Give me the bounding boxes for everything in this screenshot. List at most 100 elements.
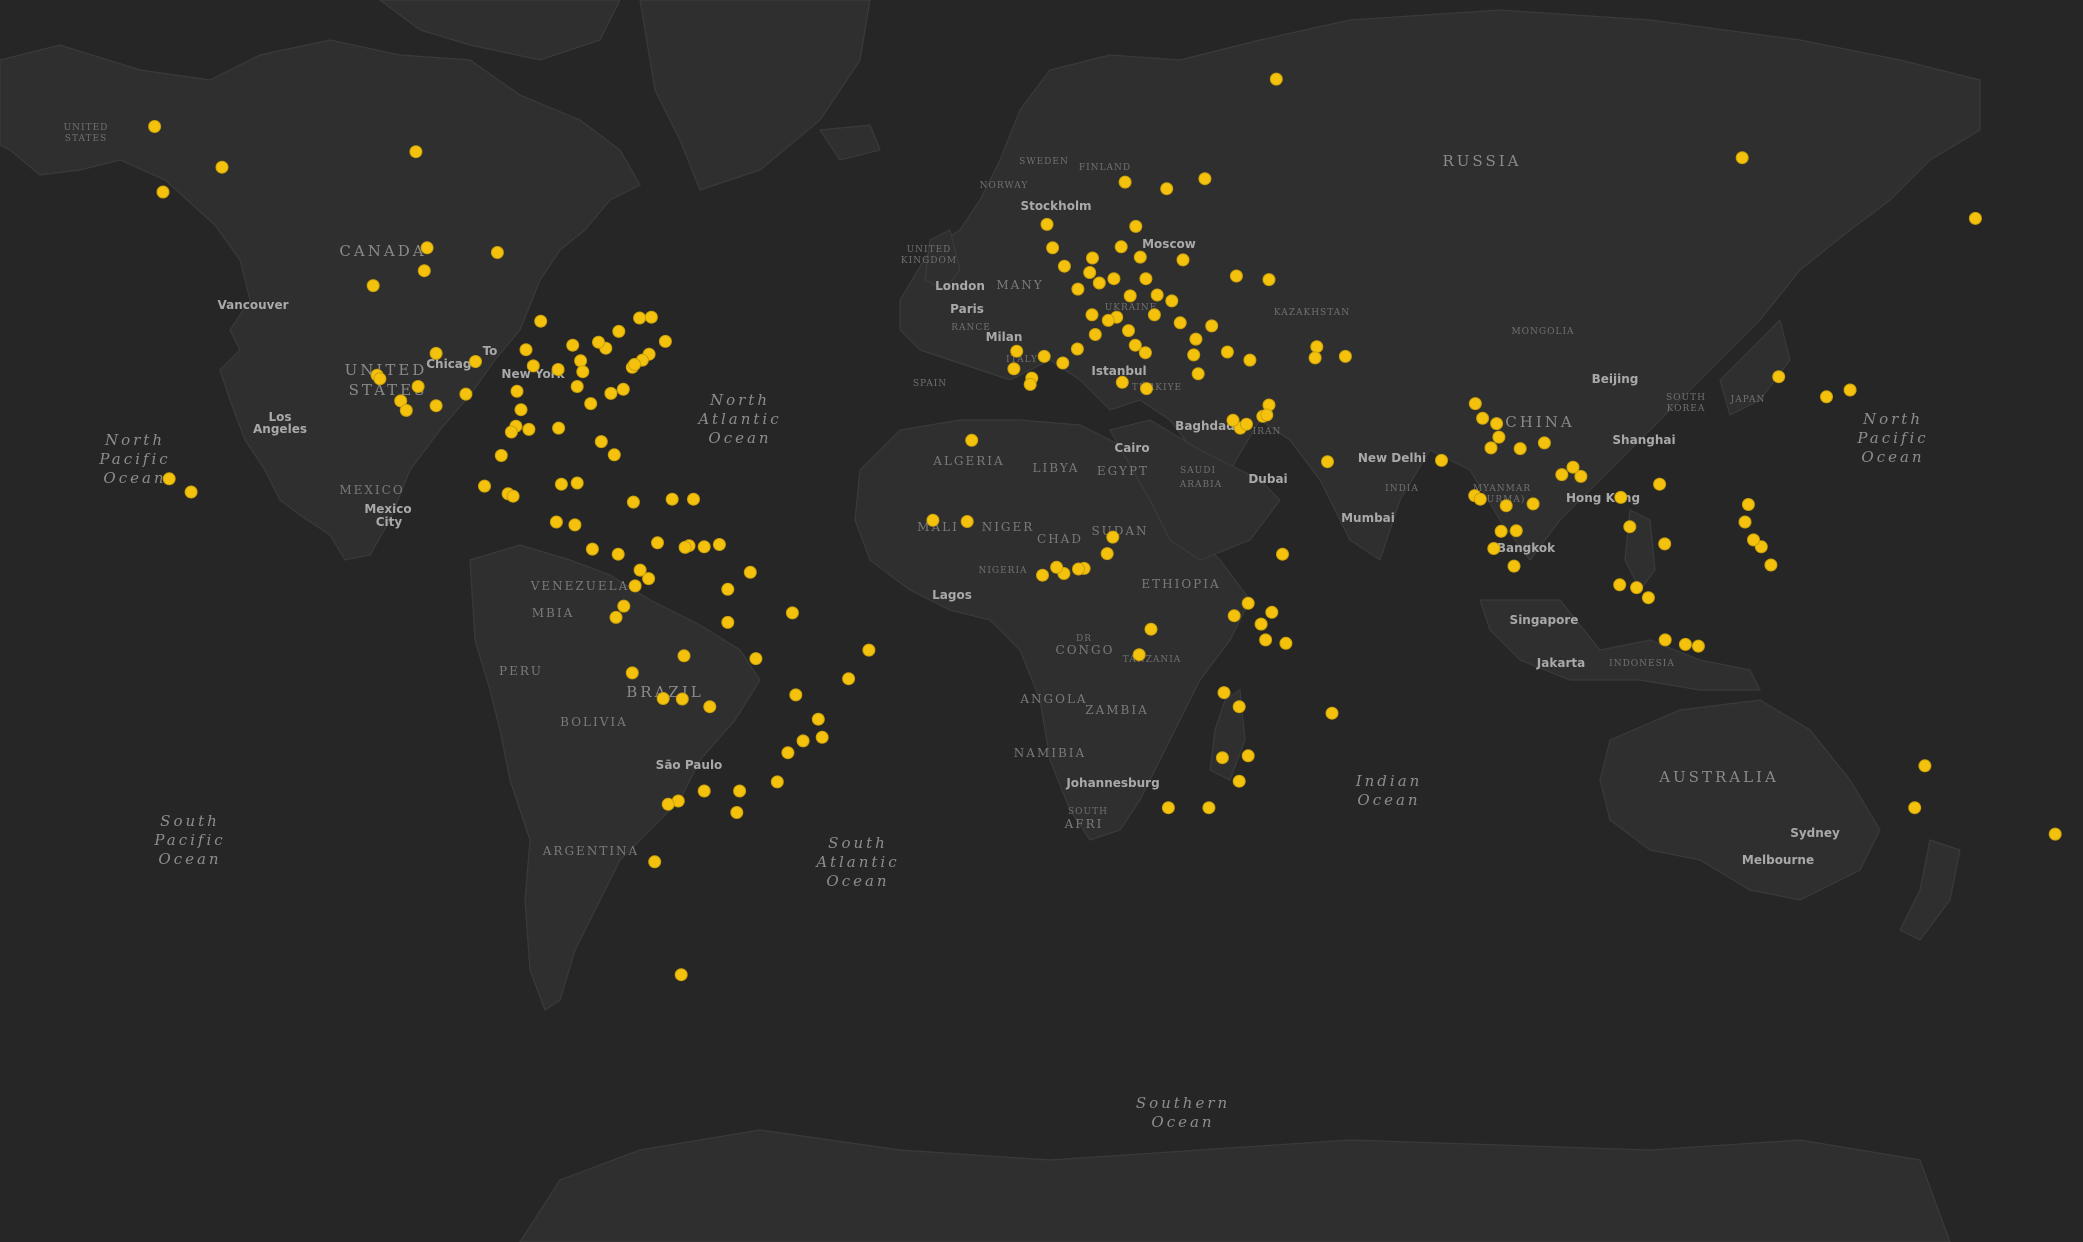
- location-marker[interactable]: [678, 540, 692, 554]
- location-marker[interactable]: [1240, 417, 1253, 431]
- location-marker[interactable]: [184, 485, 198, 499]
- location-marker[interactable]: [429, 346, 443, 360]
- location-marker[interactable]: [687, 492, 700, 506]
- location-marker[interactable]: [1010, 344, 1024, 358]
- map-canvas[interactable]: North Pacific Ocean South Pacific Ocean North A…: [0, 0, 2083, 1242]
- location-marker[interactable]: [815, 730, 829, 744]
- location-marker[interactable]: [534, 314, 548, 328]
- location-marker[interactable]: [842, 672, 856, 686]
- location-marker[interactable]: [1123, 289, 1137, 303]
- location-marker[interactable]: [1678, 637, 1692, 651]
- location-marker[interactable]: [1072, 562, 1085, 576]
- location-marker[interactable]: [721, 582, 735, 596]
- location-marker[interactable]: [1191, 367, 1205, 381]
- location-marker[interactable]: [1106, 530, 1120, 544]
- location-marker[interactable]: [519, 343, 533, 357]
- location-marker[interactable]: [965, 433, 979, 447]
- location-marker[interactable]: [1820, 390, 1833, 404]
- location-marker[interactable]: [1140, 382, 1153, 396]
- location-marker[interactable]: [1071, 282, 1085, 296]
- location-marker[interactable]: [642, 572, 656, 586]
- location-marker[interactable]: [770, 775, 784, 789]
- location-marker[interactable]: [1269, 72, 1283, 86]
- location-marker[interactable]: [592, 335, 605, 349]
- location-marker[interactable]: [1325, 706, 1339, 720]
- location-marker[interactable]: [554, 477, 568, 491]
- location-marker[interactable]: [1232, 774, 1246, 788]
- location-marker[interactable]: [1160, 182, 1174, 196]
- location-marker[interactable]: [1220, 345, 1234, 359]
- location-marker[interactable]: [1243, 353, 1257, 367]
- location-marker[interactable]: [478, 479, 491, 493]
- location-marker[interactable]: [1202, 801, 1216, 815]
- location-marker[interactable]: [1088, 328, 1102, 341]
- location-marker[interactable]: [1232, 700, 1246, 714]
- location-marker[interactable]: [1499, 499, 1513, 513]
- location-marker[interactable]: [1310, 340, 1324, 354]
- location-marker[interactable]: [789, 688, 803, 702]
- location-marker[interactable]: [1205, 319, 1219, 333]
- location-marker[interactable]: [1070, 342, 1084, 356]
- location-marker[interactable]: [1435, 453, 1448, 467]
- location-marker[interactable]: [611, 547, 625, 561]
- location-marker[interactable]: [1468, 397, 1482, 411]
- location-marker[interactable]: [1189, 332, 1203, 346]
- location-marker[interactable]: [1691, 639, 1705, 653]
- location-marker[interactable]: [2048, 827, 2062, 841]
- location-marker[interactable]: [675, 692, 689, 706]
- location-marker[interactable]: [1118, 175, 1132, 189]
- location-marker[interactable]: [1968, 211, 1982, 225]
- location-marker[interactable]: [1129, 219, 1143, 233]
- location-marker[interactable]: [1908, 801, 1922, 815]
- location-marker[interactable]: [373, 372, 387, 386]
- location-marker[interactable]: [570, 476, 584, 490]
- location-marker[interactable]: [522, 422, 536, 436]
- location-marker[interactable]: [628, 358, 641, 371]
- location-marker[interactable]: [1036, 568, 1049, 582]
- location-marker[interactable]: [1241, 596, 1255, 610]
- location-marker[interactable]: [1658, 537, 1672, 551]
- location-marker[interactable]: [417, 264, 431, 278]
- location-marker[interactable]: [1229, 269, 1243, 283]
- location-marker[interactable]: [409, 145, 423, 159]
- location-marker[interactable]: [1241, 749, 1255, 763]
- location-marker[interactable]: [1050, 560, 1064, 574]
- location-marker[interactable]: [625, 666, 639, 680]
- location-marker[interactable]: [1492, 430, 1506, 444]
- location-marker[interactable]: [661, 797, 675, 811]
- location-marker[interactable]: [1254, 617, 1268, 631]
- location-marker[interactable]: [494, 449, 508, 462]
- location-marker[interactable]: [674, 968, 688, 982]
- location-marker[interactable]: [1176, 253, 1190, 267]
- location-marker[interactable]: [1764, 558, 1778, 572]
- location-marker[interactable]: [1338, 349, 1352, 363]
- location-marker[interactable]: [1040, 217, 1054, 231]
- location-marker[interactable]: [656, 692, 670, 705]
- location-marker[interactable]: [1738, 515, 1752, 529]
- location-marker[interactable]: [730, 806, 744, 819]
- location-marker[interactable]: [1735, 151, 1749, 165]
- location-marker[interactable]: [633, 311, 647, 325]
- location-marker[interactable]: [1115, 375, 1129, 389]
- location-marker[interactable]: [609, 610, 623, 624]
- location-marker[interactable]: [1107, 272, 1121, 286]
- location-marker[interactable]: [721, 615, 735, 629]
- location-marker[interactable]: [551, 363, 565, 376]
- location-marker[interactable]: [1555, 468, 1569, 482]
- location-marker[interactable]: [1100, 547, 1114, 561]
- location-marker[interactable]: [162, 472, 176, 486]
- location-marker[interactable]: [1173, 316, 1187, 330]
- location-marker[interactable]: [570, 380, 584, 393]
- location-marker[interactable]: [628, 579, 642, 593]
- location-marker[interactable]: [648, 855, 662, 869]
- location-marker[interactable]: [156, 185, 170, 199]
- location-marker[interactable]: [1262, 273, 1276, 287]
- location-marker[interactable]: [1147, 308, 1161, 322]
- location-marker[interactable]: [785, 606, 799, 620]
- location-marker[interactable]: [1198, 172, 1212, 186]
- location-marker[interactable]: [1057, 259, 1071, 273]
- location-marker[interactable]: [651, 536, 664, 550]
- location-marker[interactable]: [148, 120, 162, 133]
- location-marker[interactable]: [1658, 633, 1672, 647]
- location-marker[interactable]: [1122, 324, 1135, 338]
